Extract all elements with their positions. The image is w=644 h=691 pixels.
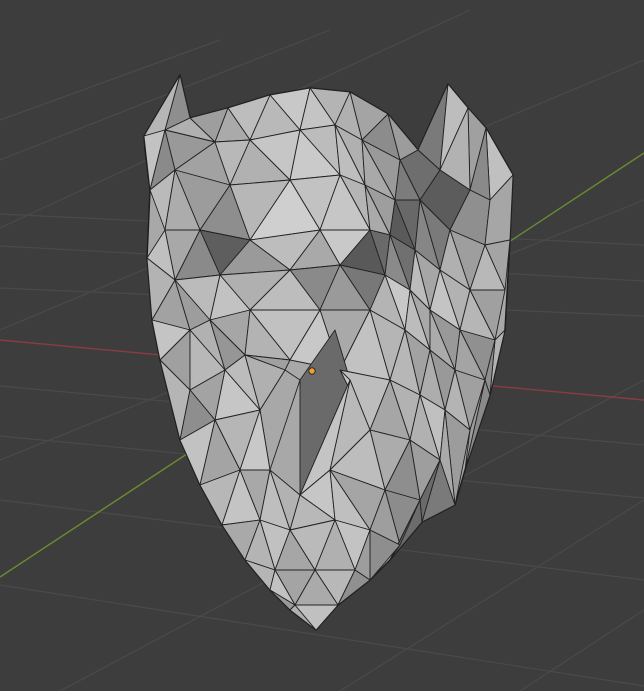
3d-viewport[interactable] bbox=[0, 0, 644, 691]
object-origin-icon[interactable] bbox=[308, 367, 316, 375]
viewport-canvas[interactable] bbox=[0, 0, 644, 691]
